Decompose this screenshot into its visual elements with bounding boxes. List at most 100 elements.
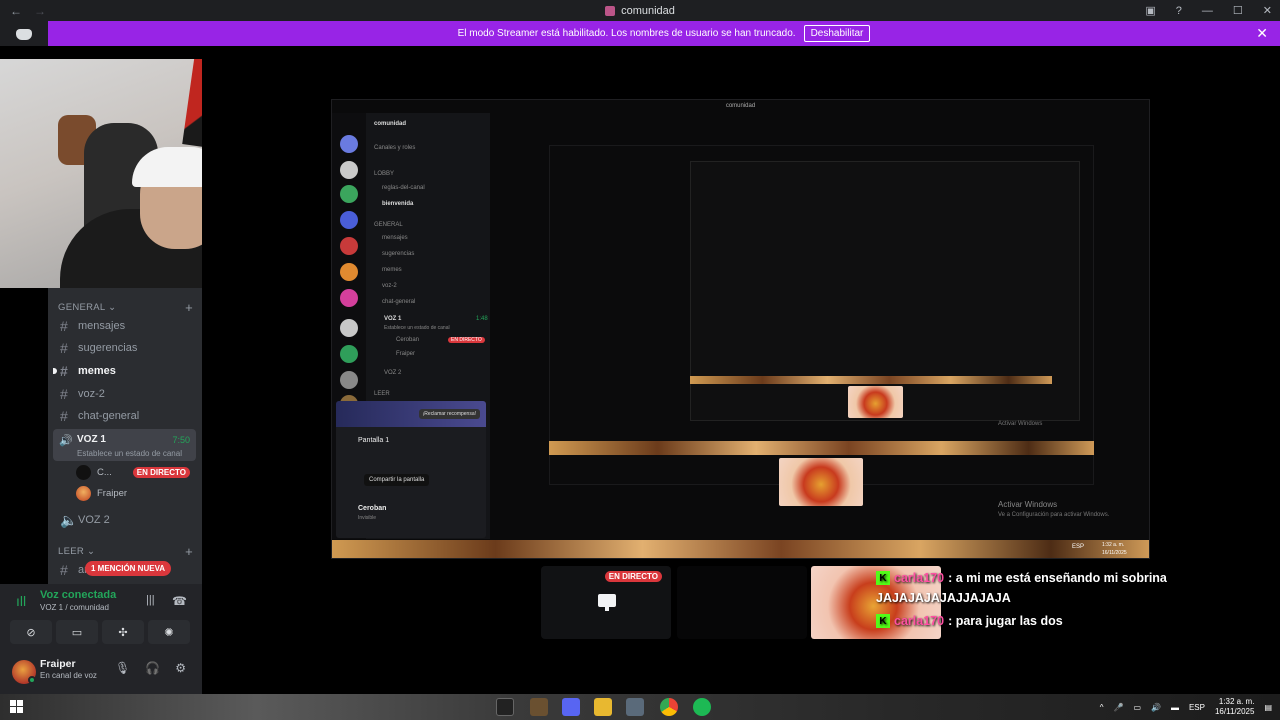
inbox-icon[interactable]: ▣ (1145, 4, 1155, 17)
hash-icon: # (60, 408, 68, 424)
discord-icon[interactable] (562, 698, 580, 716)
hash-icon: # (60, 318, 68, 334)
help-icon[interactable]: ? (1176, 5, 1182, 17)
nested-window-title: comunidad (725, 103, 756, 109)
channel-mensajes[interactable]: # mensajes (56, 316, 196, 336)
close-icon[interactable]: ✕ (1256, 25, 1268, 42)
language-indicator[interactable]: ESP (1189, 703, 1205, 712)
discord-logo-icon[interactable] (16, 29, 32, 40)
wallpaper-strip (690, 376, 1052, 384)
streamer-mode-banner: El modo Streamer está habilitado. Los no… (48, 21, 1280, 46)
headphones-icon[interactable]: 🎧 (145, 661, 160, 675)
user-panel: Fraiper En canal de voz 🎙 🎧 ⚙ (0, 652, 202, 694)
chevron-up-icon[interactable]: ^ (1100, 703, 1104, 712)
signal-icon[interactable]: ıll (16, 593, 26, 609)
voice-user[interactable]: C... EN DIRECTO (76, 463, 196, 481)
capcut-icon[interactable] (496, 698, 514, 716)
server-icon (340, 185, 358, 203)
minimize-icon[interactable]: — (1202, 5, 1213, 17)
hash-icon: # (60, 562, 68, 578)
stream-thumbnail (779, 458, 863, 506)
windows-taskbar: ^ 🎤 ▭ 🔊 ▬ ESP 1:32 a. m. 16/11/2025 ▤ (0, 694, 1280, 720)
battery-icon[interactable]: ▬ (1171, 703, 1179, 712)
camera-off-icon[interactable]: ⊘ (10, 620, 52, 644)
voice-user[interactable]: Fraiper (76, 484, 196, 502)
hash-icon: # (60, 340, 68, 356)
microphone-icon[interactable]: 🎤 (1113, 703, 1123, 712)
gear-icon[interactable]: ⚙ (175, 661, 186, 675)
add-channel-icon[interactable]: + (185, 544, 193, 559)
microphone-icon[interactable]: 🎙 (115, 661, 130, 675)
close-window-icon[interactable]: ✕ (1263, 4, 1272, 17)
disconnect-icon[interactable]: ☎ (172, 594, 187, 608)
channel-voz-2[interactable]: # voz-2 (56, 384, 196, 404)
server-icon (340, 319, 358, 337)
folder-icon[interactable] (594, 698, 612, 716)
avatar (76, 485, 91, 501)
channel-sugerencias[interactable]: # sugerencias (56, 338, 196, 358)
screen-share-view[interactable]: comunidad comunidad Canales y roles LOBB… (331, 99, 1150, 559)
hash-icon: # (60, 386, 68, 402)
unread-indicator (53, 368, 57, 374)
noise-suppression-icon[interactable]: ||| (146, 594, 155, 606)
channel-sidebar: GENERAL ⌄ + # mensajes # sugerencias # memes… (48, 288, 202, 584)
server-icon (340, 345, 358, 363)
speaker-icon: 🔊 (59, 435, 73, 447)
username[interactable]: Fraiper (40, 658, 76, 670)
nested-voice-card: ¡Reclamar recompensa! Pantalla 1 Compart… (336, 401, 486, 538)
category-leer[interactable]: LEER ⌄ + (58, 544, 193, 559)
kick-icon: K (876, 614, 890, 628)
calculator-icon[interactable] (626, 698, 644, 716)
notifications-icon[interactable]: ▤ (1264, 703, 1272, 712)
new-mention-pill[interactable]: 1 MENCIÓN NUEVA (85, 561, 172, 576)
voice-connection-panel: ıll Voz conectada VOZ 1 / comunidad ||| … (0, 584, 202, 652)
stream-tile[interactable] (677, 566, 807, 639)
clock[interactable]: 1:32 a. m. 16/11/2025 (1215, 697, 1254, 717)
windows-start-icon[interactable] (10, 700, 23, 713)
game-icon[interactable] (530, 698, 548, 716)
hash-icon: # (60, 363, 68, 379)
monitor-icon[interactable]: ▭ (1133, 703, 1141, 712)
server-icon (605, 5, 616, 16)
monitor-icon (598, 594, 616, 611)
chrome-icon[interactable] (660, 698, 678, 716)
activities-icon[interactable]: ✣ (102, 620, 144, 644)
server-icon (340, 211, 358, 229)
server-icon (340, 263, 358, 281)
chat-message: Kcarla170: a mi me está enseñando mi sob… (876, 571, 1167, 585)
nested-banner: ¡Reclamar recompensa! (336, 401, 486, 427)
speaker-icon: 🔈 (60, 511, 78, 528)
user-status: En canal de voz (40, 671, 97, 680)
disable-streamer-mode-button[interactable]: Deshabilitar (803, 25, 871, 42)
recursive-screen-capture: Activar Windows (549, 145, 1094, 485)
live-badge: EN DIRECTO (132, 466, 190, 478)
channel-status-prompt[interactable]: Establece un estado de canal (77, 449, 182, 458)
avatar (76, 464, 91, 480)
server-icon (340, 135, 358, 153)
server-icon (340, 237, 358, 255)
channel-chat-general[interactable]: # chat-general (56, 406, 196, 426)
discord-home-rail (0, 21, 48, 46)
server-icon (340, 289, 358, 307)
maximize-icon[interactable]: ☐ (1233, 4, 1243, 17)
share-screen-icon[interactable]: ▭ (56, 620, 98, 644)
add-channel-icon[interactable]: + (185, 300, 193, 315)
chat-message: Kcarla170: para jugar las dos (876, 614, 1063, 628)
system-tray: ^ 🎤 ▭ 🔊 ▬ ESP 1:32 a. m. 16/11/2025 ▤ (1100, 694, 1272, 720)
stream-thumbnail (848, 386, 903, 418)
window-titlebar: ← → comunidad ▣ ? — ☐ ✕ (0, 0, 1280, 21)
chat-message: JAJAJAJAJAJJAJAJA (876, 591, 1011, 605)
spotify-icon[interactable] (693, 698, 711, 716)
stream-tile-live[interactable]: EN DIRECTO (541, 566, 671, 639)
category-general[interactable]: GENERAL ⌄ + (58, 300, 193, 315)
wallpaper-strip (549, 441, 1094, 455)
banner-text: El modo Streamer está habilitado. Los no… (457, 28, 796, 39)
soundboard-icon[interactable]: ✺ (148, 620, 190, 644)
voice-timer: 7:50 (172, 435, 190, 445)
volume-icon[interactable]: 🔊 (1151, 703, 1161, 712)
server-icon (340, 161, 358, 179)
voice-channel-voz1[interactable]: 🔊 VOZ 1 7:50 Establece un estado de cana… (53, 429, 196, 461)
voice-channel-voz2[interactable]: 🔈 VOZ 2 (56, 510, 196, 530)
channel-memes[interactable]: # memes (53, 361, 196, 381)
live-badge: EN DIRECTO (604, 571, 662, 582)
